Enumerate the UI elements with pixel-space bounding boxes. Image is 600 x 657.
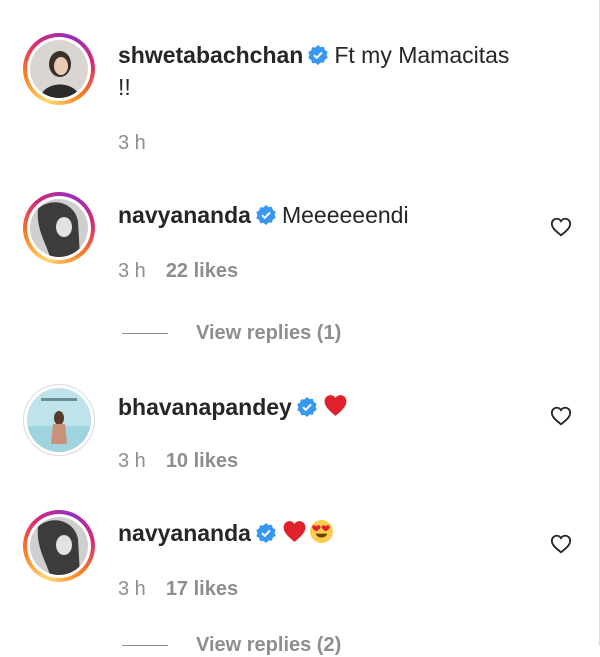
red-heart-emoji-icon <box>324 395 347 416</box>
comment-header: navyananda Meeeeeendi <box>118 200 409 230</box>
comment-item: shwetabachchan Ft my Mamacitas !! 3 h <box>0 0 590 170</box>
heart-outline-icon[interactable] <box>550 216 572 238</box>
verified-badge-icon <box>297 397 317 417</box>
heart-outline-icon[interactable] <box>550 405 572 427</box>
avatar <box>30 517 88 575</box>
avatar[interactable] <box>23 384 95 456</box>
comment-timestamp[interactable]: 3 h <box>118 578 146 600</box>
verified-badge-icon <box>256 523 276 543</box>
comment-header: bhavanapandey <box>118 392 350 422</box>
comment-timestamp[interactable]: 3 h <box>118 450 146 472</box>
username[interactable]: shwetabachchan <box>118 42 303 68</box>
avatar-story-ring[interactable] <box>23 192 95 264</box>
comment-timestamp[interactable]: 3 h <box>118 132 146 154</box>
avatar-story-ring[interactable] <box>23 33 95 105</box>
avatar-photo <box>27 388 91 452</box>
likes-count[interactable]: 10 likes <box>166 450 238 472</box>
verified-badge-icon <box>308 45 329 65</box>
comment-text: Meeeeeendi <box>281 202 409 228</box>
view-replies-button[interactable]: View replies (1) <box>122 322 341 345</box>
comment-meta: 3 h 22 likes <box>118 260 238 283</box>
comment-text-continuation: !! <box>118 74 131 100</box>
likes-count[interactable]: 22 likes <box>166 260 238 282</box>
comment-meta: 3 h <box>118 132 146 155</box>
username[interactable]: navyananda <box>118 520 251 546</box>
likes-count[interactable]: 17 likes <box>166 578 238 600</box>
view-replies-label: View replies (1) <box>196 322 342 344</box>
red-heart-emoji-icon <box>283 521 306 542</box>
comment-meta: 3 h 17 likes <box>118 578 238 601</box>
verified-badge-icon <box>256 205 276 225</box>
heart-outline-icon[interactable] <box>550 533 572 555</box>
comment-header: shwetabachchan Ft my Mamacitas <box>118 40 509 70</box>
username[interactable]: bhavanapandey <box>118 394 292 420</box>
username[interactable]: navyananda <box>118 202 251 228</box>
avatar-story-ring[interactable] <box>23 510 95 582</box>
comment-text: Ft my Mamacitas <box>334 42 510 68</box>
comment-header: navyananda <box>118 518 336 548</box>
heart-eyes-face-emoji-icon <box>309 520 333 543</box>
avatar <box>30 40 88 98</box>
view-replies-label: View replies (2) <box>196 634 342 656</box>
avatar <box>30 199 88 257</box>
comment-meta: 3 h 10 likes <box>118 450 238 473</box>
comment-timestamp[interactable]: 3 h <box>118 260 146 282</box>
replies-divider <box>122 333 168 335</box>
